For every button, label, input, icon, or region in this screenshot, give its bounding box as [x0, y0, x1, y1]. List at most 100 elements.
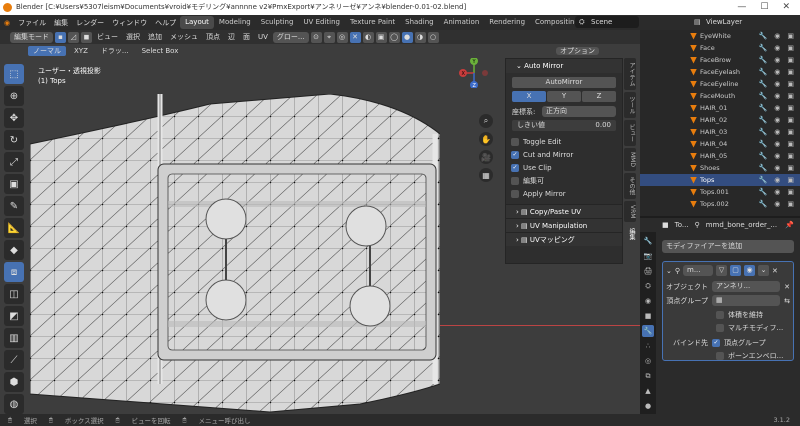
outliner-item[interactable]: FaceEyelash 🔧 ◉ ▣: [640, 66, 800, 78]
camera-icon[interactable]: ▣: [787, 92, 794, 100]
options-dropdown[interactable]: オプション: [556, 46, 599, 57]
outliner-item[interactable]: Tops.002 🔧 ◉ ▣: [640, 198, 800, 210]
navigation-gizmo[interactable]: Y X Z: [459, 58, 489, 88]
transform-tool-icon[interactable]: ▣: [4, 174, 24, 194]
cursor-tool-icon[interactable]: ⊕: [4, 86, 24, 106]
outliner-item[interactable]: HAIR_05 🔧 ◉ ▣: [640, 150, 800, 162]
shading-render-icon[interactable]: ○: [427, 31, 439, 43]
clear-icon[interactable]: ✕: [784, 283, 790, 291]
bind-vertex-groups-checkbox[interactable]: ✓ 頂点グループ: [712, 336, 766, 349]
camera-icon[interactable]: 🎥: [479, 150, 493, 164]
close-button[interactable]: ✕: [782, 0, 790, 15]
eye-icon[interactable]: ◉: [774, 140, 780, 148]
mirror-x-icon[interactable]: ✕: [349, 31, 361, 43]
camera-icon[interactable]: ▣: [787, 128, 794, 136]
camera-icon[interactable]: ▣: [787, 200, 794, 208]
tab-view[interactable]: ビュー: [624, 120, 636, 146]
scene-props-icon[interactable]: ⛭: [642, 280, 654, 292]
tab-rendering[interactable]: Rendering: [484, 16, 530, 29]
material-props-icon[interactable]: ●: [642, 400, 654, 412]
outliner-item[interactable]: Tops 🔧 ◉ ▣: [640, 174, 800, 186]
eye-icon[interactable]: ◉: [774, 32, 780, 40]
object-props-icon[interactable]: ■: [642, 310, 654, 322]
camera-icon[interactable]: ▣: [787, 68, 794, 76]
extrude-tool-icon[interactable]: ⧈: [4, 262, 24, 282]
measure-tool-icon[interactable]: 📐: [4, 218, 24, 238]
transform-orientation-dropdown[interactable]: グロー...: [272, 31, 309, 43]
shading-solid-icon[interactable]: ●: [401, 31, 413, 43]
tab-item[interactable]: アイテム: [624, 58, 636, 90]
camera-icon[interactable]: ▣: [787, 116, 794, 124]
select-tool-icon[interactable]: ⬚: [4, 64, 24, 84]
eye-icon[interactable]: ◉: [774, 56, 780, 64]
eye-icon[interactable]: ◉: [774, 188, 780, 196]
pin-icon[interactable]: 📌: [785, 221, 794, 229]
camera-icon[interactable]: ▣: [787, 176, 794, 184]
edge-select-icon[interactable]: ◿: [68, 31, 79, 43]
render-props-icon[interactable]: 📷: [642, 250, 654, 262]
scale-tool-icon[interactable]: ⤢: [4, 152, 24, 172]
axis-x-toggle[interactable]: X: [512, 91, 546, 102]
render-toggle-icon[interactable]: ◉: [744, 265, 756, 276]
camera-icon[interactable]: ▣: [787, 164, 794, 172]
menu-view[interactable]: ビュー: [94, 32, 121, 42]
viewport-toggle-icon[interactable]: ▢: [730, 265, 742, 276]
tab-shading[interactable]: Shading: [400, 16, 438, 29]
eye-icon[interactable]: ◉: [774, 128, 780, 136]
auto-mirror-button[interactable]: AutoMirror: [512, 77, 616, 88]
menu-render[interactable]: レンダー: [72, 18, 108, 28]
shading-material-icon[interactable]: ◑: [414, 31, 426, 43]
tab-sculpting[interactable]: Sculpting: [256, 16, 299, 29]
outliner-item[interactable]: EyeWhite 🔧 ◉ ▣: [640, 30, 800, 42]
tab-vrm[interactable]: VRM: [624, 200, 636, 223]
xray-icon[interactable]: ▣: [375, 31, 387, 43]
mode-dropdown[interactable]: 編集モード: [10, 31, 53, 43]
knife-tool-icon[interactable]: ⟋: [4, 350, 24, 370]
pan-hand-icon[interactable]: ✋: [479, 132, 493, 146]
bind-bone-envelopes-checkbox[interactable]: ボーンエンベロ...: [666, 349, 790, 362]
pivot-icon[interactable]: ⊙: [310, 31, 322, 43]
modifier-menu-icon[interactable]: ⌄: [758, 265, 770, 276]
outliner-item[interactable]: HAIR_01 🔧 ◉ ▣: [640, 102, 800, 114]
eye-icon[interactable]: ◉: [774, 200, 780, 208]
menu-file[interactable]: ファイル: [14, 18, 50, 28]
output-props-icon[interactable]: 🖨: [642, 265, 654, 277]
menu-add[interactable]: 追加: [145, 32, 165, 42]
overlay-icon[interactable]: ◐: [362, 31, 374, 43]
shading-wire-icon[interactable]: ◯: [388, 31, 400, 43]
tool-props-icon[interactable]: 🔧: [642, 235, 654, 247]
object-field[interactable]: アンネリ...: [712, 281, 781, 292]
eye-icon[interactable]: ◉: [774, 176, 780, 184]
camera-icon[interactable]: ▣: [787, 140, 794, 148]
poly-build-tool-icon[interactable]: ⬢: [4, 372, 24, 392]
add-modifier-dropdown[interactable]: モディファイアーを追加: [662, 240, 794, 253]
menu-face[interactable]: 面: [240, 32, 253, 42]
camera-icon[interactable]: ▣: [787, 188, 794, 196]
outliner-item[interactable]: Face 🔧 ◉ ▣: [640, 42, 800, 54]
eye-icon[interactable]: ◉: [774, 44, 780, 52]
grid-view-icon[interactable]: ▦: [479, 168, 493, 182]
tab-mmd[interactable]: MMD: [624, 148, 636, 171]
eye-icon[interactable]: ◉: [774, 80, 780, 88]
outliner-item[interactable]: HAIR_04 🔧 ◉ ▣: [640, 138, 800, 150]
vertex-group-field[interactable]: ▦: [712, 295, 781, 306]
physics-props-icon[interactable]: ◎: [642, 355, 654, 367]
bevel-tool-icon[interactable]: ◩: [4, 306, 24, 326]
outliner-item[interactable]: FaceMouth 🔧 ◉ ▣: [640, 90, 800, 102]
maximize-button[interactable]: ☐: [760, 0, 768, 15]
tab-tool[interactable]: ツール: [624, 92, 636, 118]
orientation-dropdown[interactable]: 正方向: [542, 106, 616, 117]
threshold-field[interactable]: しきい値 0.00: [512, 120, 616, 131]
chevron-down-icon[interactable]: ⌄: [666, 267, 672, 275]
outliner-item[interactable]: HAIR_02 🔧 ◉ ▣: [640, 114, 800, 126]
rotate-tool-icon[interactable]: ↻: [4, 130, 24, 150]
camera-icon[interactable]: ▣: [787, 32, 794, 40]
constraints-props-icon[interactable]: ⧉: [642, 370, 654, 382]
preserve-volume-checkbox[interactable]: 体積を維持: [666, 308, 790, 321]
uv-manipulation-header[interactable]: › ▤ UV Manipulation: [506, 218, 622, 232]
spin-tool-icon[interactable]: ◍: [4, 394, 24, 414]
outliner-item[interactable]: Shoes 🔧 ◉ ▣: [640, 162, 800, 174]
add-cube-tool-icon[interactable]: ◆: [4, 240, 24, 260]
multi-modifier-checkbox[interactable]: マルチモディフ...: [666, 321, 790, 334]
outliner-item[interactable]: FaceBrow 🔧 ◉ ▣: [640, 54, 800, 66]
